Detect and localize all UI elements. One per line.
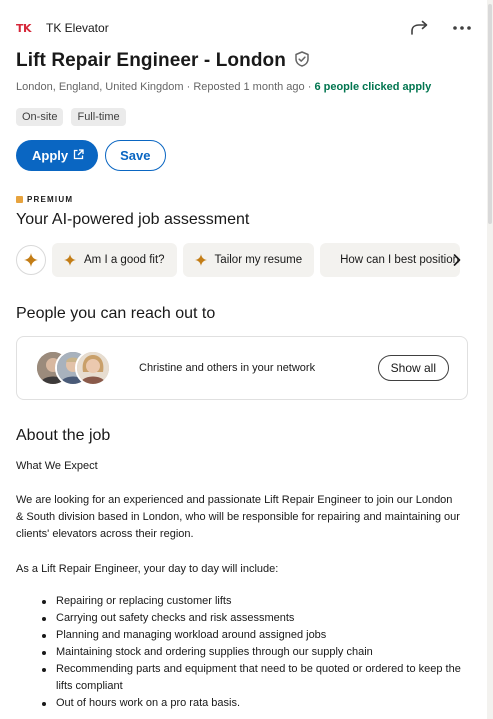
show-all-button[interactable]: Show all [377, 355, 449, 381]
list-item: Out of hours work on a pro rata basis. [42, 695, 461, 712]
list-item: Maintaining stock and ordering supplies … [42, 644, 461, 661]
list-item: Carrying out safety checks and risk asse… [42, 610, 461, 627]
ai-pill-good-fit[interactable]: Am I a good fit? [52, 243, 177, 277]
scrollbar[interactable] [487, 0, 493, 719]
responsibilities-list: Repairing or replacing customer lifts Ca… [16, 593, 461, 712]
job-actions: Apply Save [16, 140, 166, 171]
company-name[interactable]: TK Elevator [46, 21, 109, 35]
header-actions [409, 17, 473, 39]
people-heading: People you can reach out to [16, 305, 216, 322]
meta-separator: · [304, 81, 315, 93]
apply-button-label: Apply [32, 148, 69, 163]
people-network-text: Christine and others in your network [139, 362, 316, 374]
ai-assessment-row: Am I a good fit? Tailor my resume How ca… [16, 243, 476, 277]
apply-button[interactable]: Apply [16, 140, 99, 171]
job-type-chips: On-site Full-time [16, 108, 126, 126]
more-dots-icon[interactable] [451, 17, 473, 39]
job-title-row: Lift Repair Engineer - London [16, 50, 310, 72]
job-details-page: TK TK Elevator Lift Repair Engineer - Lo… [0, 0, 493, 719]
company-logo[interactable]: TK [16, 22, 38, 35]
list-item: Recommending parts and equipment that ne… [42, 661, 461, 695]
company-row: TK TK Elevator [16, 18, 473, 38]
sparkle-icon [64, 254, 76, 266]
people-card: Christine and others in your network Sho… [16, 336, 468, 400]
save-button-label: Save [120, 148, 151, 163]
chip-employment-type: Full-time [71, 108, 126, 126]
scrollbar-thumb[interactable] [488, 4, 492, 224]
share-arrow-icon[interactable] [409, 17, 431, 39]
list-item: Planning and managing workload around as… [42, 627, 461, 644]
ai-pill-label: Tailor my resume [214, 254, 303, 266]
external-link-icon [73, 148, 84, 163]
about-heading: About the job [16, 427, 111, 444]
about-paragraph: We are looking for an experienced and pa… [16, 494, 460, 540]
ai-pill-label: How can I best position myself [340, 254, 460, 266]
premium-badge-icon [16, 196, 23, 203]
avatar [75, 350, 111, 386]
job-clicked-apply: 6 people clicked apply [314, 81, 432, 93]
sparkle-icon [194, 254, 207, 266]
job-title: Lift Repair Engineer - London [16, 50, 286, 71]
chip-workplace: On-site [16, 108, 64, 126]
about-subheading: What We Expect [16, 460, 98, 472]
ai-assessment-heading: Your AI-powered job assessment [16, 211, 250, 228]
ai-pill-label: Am I a good fit? [84, 254, 165, 266]
meta-separator: · [183, 81, 194, 93]
job-location: London, England, United Kingdom [16, 81, 184, 93]
ai-pill-tailor-resume[interactable]: Tailor my resume [182, 243, 315, 277]
about-paragraph: As a Lift Repair Engineer, your day to d… [16, 563, 279, 575]
avatar-stack[interactable] [35, 348, 115, 388]
chevron-right-icon[interactable] [449, 252, 465, 268]
job-posted: Reposted 1 month ago [193, 81, 305, 93]
premium-label: PREMIUM [27, 195, 74, 204]
sparkle-icon [24, 253, 38, 267]
job-meta: London, England, United Kingdom · Repost… [16, 81, 431, 93]
list-item: Repairing or replacing customer lifts [42, 593, 461, 610]
ai-sparkle-button[interactable] [16, 245, 46, 275]
verified-shield-icon [294, 50, 310, 72]
save-button[interactable]: Save [105, 140, 166, 171]
ai-pill-best-position[interactable]: How can I best position myself [320, 243, 461, 277]
premium-row: PREMIUM [16, 195, 73, 204]
